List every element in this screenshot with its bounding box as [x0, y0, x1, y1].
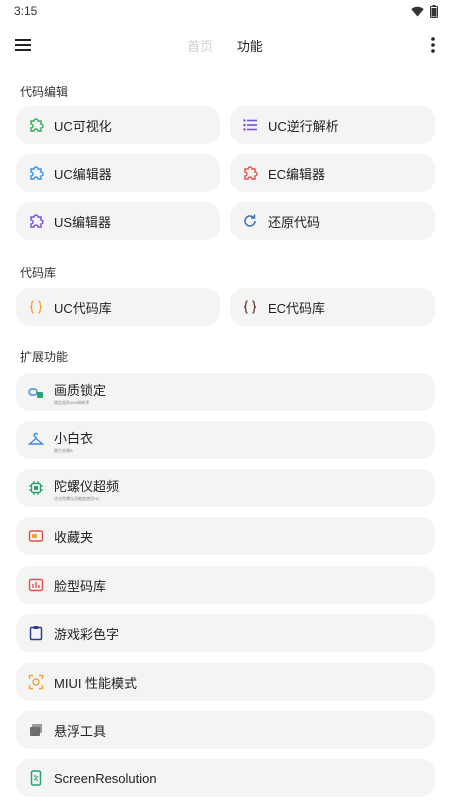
quality-lock-button[interactable]: 画质锁定 锁定画质46H刷新率 — [16, 373, 435, 411]
gyro-overclock-subtitle: 优化陀螺仪灵敏度使用HZ — [54, 495, 100, 501]
uc-editor-button[interactable]: UC编辑器 — [16, 154, 220, 192]
face-card-icon — [28, 578, 44, 592]
folder-icon — [28, 530, 44, 542]
miui-performance-label: MIUI 性能模式 — [54, 675, 138, 691]
section-title-extensions: 扩展功能 — [20, 350, 69, 364]
uc-reverse-button[interactable]: UC逆行解析 — [230, 106, 435, 144]
miui-performance-button[interactable]: MIUI 性能模式 — [16, 663, 435, 701]
ec-lib-button[interactable]: EC代码库 — [230, 288, 435, 326]
more-vertical-icon[interactable] — [430, 36, 436, 54]
us-editor-label: US编辑器 — [54, 214, 112, 230]
layers-icon — [30, 724, 42, 736]
wifi-icon — [411, 6, 424, 17]
status-icons — [411, 5, 438, 18]
uc-editor-label: UC编辑器 — [54, 166, 112, 182]
braces-icon — [243, 300, 257, 314]
face-lib-button[interactable]: 脸型码库 — [16, 566, 435, 604]
battery-icon — [430, 5, 438, 18]
face-lib-label: 脸型码库 — [54, 578, 107, 594]
favorites-button[interactable]: 收藏夹 — [16, 517, 435, 555]
puzzle-icon — [244, 166, 258, 180]
puzzle-icon — [30, 118, 44, 132]
restore-code-button[interactable]: 还原代码 — [230, 202, 435, 240]
uc-lib-label: UC代码库 — [54, 300, 112, 316]
braces-icon — [29, 300, 43, 314]
float-tool-label: 悬浮工具 — [54, 723, 107, 739]
refresh-icon — [244, 214, 256, 227]
section-title-code-lib: 代码库 — [20, 266, 57, 280]
gyro-overclock-button[interactable]: 陀螺仪超频 优化陀螺仪灵敏度使用HZ — [16, 469, 435, 507]
status-bar: 3:15 — [0, 0, 450, 24]
clipboard-icon — [29, 626, 43, 641]
restore-code-label: 还原代码 — [268, 214, 321, 230]
quality-lock-subtitle: 锁定画质46H刷新率 — [54, 399, 90, 405]
uc-visualize-label: UC可视化 — [54, 118, 112, 134]
list-icon — [243, 119, 257, 131]
white-outfit-button[interactable]: 小白衣 刷白衣服B — [16, 421, 435, 459]
tab-features[interactable]: 功能 — [237, 36, 263, 55]
ec-lib-label: EC代码库 — [268, 300, 326, 316]
target-icon — [28, 674, 44, 690]
gyro-overclock-label: 陀螺仪超频 — [54, 478, 120, 494]
quality-lock-label: 画质锁定 — [54, 382, 107, 398]
puzzle-icon — [30, 214, 44, 228]
ec-editor-button[interactable]: EC编辑器 — [230, 154, 435, 192]
tab-home[interactable]: 首页 — [187, 36, 213, 55]
hanger-icon — [28, 432, 44, 445]
favorites-label: 收藏夹 — [54, 529, 94, 545]
uc-reverse-label: UC逆行解析 — [268, 118, 339, 134]
section-title-code-edit: 代码编辑 — [20, 85, 69, 99]
app-bar: 首页 功能 — [0, 24, 450, 66]
phone-icon — [30, 770, 42, 786]
white-outfit-subtitle: 刷白衣服B — [54, 447, 73, 453]
status-time: 3:15 — [14, 4, 38, 18]
us-editor-button[interactable]: US编辑器 — [16, 202, 220, 240]
lock-link-icon — [28, 388, 43, 398]
screen-resolution-label: ScreenResolution — [54, 770, 157, 786]
float-tool-button[interactable]: 悬浮工具 — [16, 711, 435, 749]
puzzle-icon — [30, 166, 44, 180]
color-text-label: 游戏彩色字 — [54, 626, 120, 642]
white-outfit-label: 小白衣 — [54, 430, 94, 446]
color-text-button[interactable]: 游戏彩色字 — [16, 614, 435, 652]
uc-lib-button[interactable]: UC代码库 — [16, 288, 220, 326]
top-tabs: 首页 功能 — [0, 36, 450, 55]
screen-resolution-button[interactable]: ScreenResolution — [16, 759, 435, 797]
chip-icon — [29, 481, 43, 495]
ec-editor-label: EC编辑器 — [268, 166, 326, 182]
uc-visualize-button[interactable]: UC可视化 — [16, 106, 220, 144]
